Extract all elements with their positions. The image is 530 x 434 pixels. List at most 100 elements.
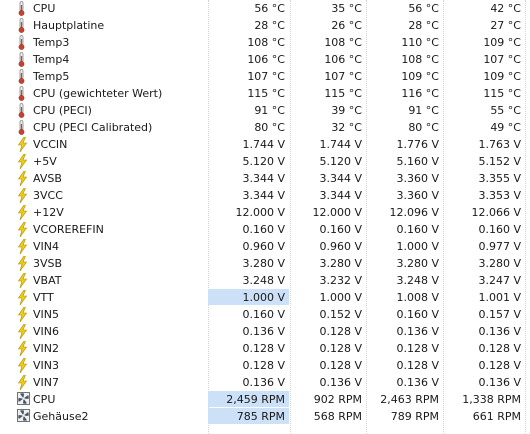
sensor-row[interactable]: VIN6 0.136 V 0.128 V 0.136 V 0.136 V — [0, 323, 530, 340]
maximum-value-cell[interactable]: 80 °C — [366, 119, 443, 135]
current-value-cell[interactable]: 1.744 V — [208, 136, 289, 152]
current-value-cell[interactable]: 3.344 V — [208, 170, 289, 186]
maximum-value-cell[interactable]: 0.136 V — [366, 323, 443, 339]
sensor-row[interactable]: +5V 5.120 V 5.120 V 5.160 V 5.152 V — [0, 153, 530, 170]
sensor-row[interactable]: VIN4 0.960 V 0.960 V 1.000 V 0.977 V — [0, 238, 530, 255]
sensor-row[interactable]: Gehäuse2 785 RPM 568 RPM 789 RPM 661 RPM — [0, 408, 530, 425]
current-value-cell[interactable]: 0.160 V — [208, 306, 289, 322]
average-value-cell[interactable]: 3.280 V — [443, 255, 525, 271]
average-value-cell[interactable]: 27 °C — [443, 17, 525, 33]
sensor-row[interactable]: VIN3 0.128 V 0.128 V 0.128 V 0.128 V — [0, 357, 530, 374]
minimum-value-cell[interactable]: 5.120 V — [290, 153, 366, 169]
current-value-cell[interactable]: 3.344 V — [208, 187, 289, 203]
maximum-value-cell[interactable]: 1.776 V — [366, 136, 443, 152]
minimum-value-cell[interactable]: 35 °C — [290, 0, 366, 16]
average-value-cell[interactable]: 0.128 V — [443, 340, 525, 356]
minimum-value-cell[interactable]: 3.232 V — [290, 272, 366, 288]
minimum-value-cell[interactable]: 115 °C — [290, 85, 366, 101]
average-value-cell[interactable]: 1.763 V — [443, 136, 525, 152]
current-value-cell[interactable]: 0.136 V — [208, 323, 289, 339]
current-value-cell[interactable]: 108 °C — [208, 34, 289, 50]
minimum-value-cell[interactable]: 108 °C — [290, 34, 366, 50]
sensor-row[interactable]: CPU 56 °C 35 °C 56 °C 42 °C — [0, 0, 530, 17]
average-value-cell[interactable]: 0.136 V — [443, 323, 525, 339]
current-value-cell[interactable]: 56 °C — [208, 0, 289, 16]
sensor-row[interactable]: VBAT 3.248 V 3.232 V 3.248 V 3.247 V — [0, 272, 530, 289]
average-value-cell[interactable]: 0.128 V — [443, 357, 525, 373]
minimum-value-cell[interactable]: 0.128 V — [290, 357, 366, 373]
minimum-value-cell[interactable]: 1.744 V — [290, 136, 366, 152]
average-value-cell[interactable]: 109 °C — [443, 68, 525, 84]
maximum-value-cell[interactable]: 0.128 V — [366, 357, 443, 373]
average-value-cell[interactable]: 0.136 V — [443, 374, 525, 390]
sensor-row[interactable]: +12V 12.000 V 12.000 V 12.096 V 12.066 V — [0, 204, 530, 221]
minimum-value-cell[interactable]: 0.960 V — [290, 238, 366, 254]
maximum-value-cell[interactable]: 109 °C — [366, 68, 443, 84]
average-value-cell[interactable]: 0.977 V — [443, 238, 525, 254]
average-value-cell[interactable]: 3.355 V — [443, 170, 525, 186]
sensor-row[interactable]: 3VSB 3.280 V 3.280 V 3.280 V 3.280 V — [0, 255, 530, 272]
current-value-cell[interactable]: 12.000 V — [208, 204, 289, 220]
average-value-cell[interactable]: 3.353 V — [443, 187, 525, 203]
sensor-row[interactable]: CPU (gewichteter Wert) 115 °C 115 °C 116 °C… — [0, 85, 530, 102]
sensor-row[interactable]: VTT 1.000 V 1.000 V 1.008 V 1.001 V — [0, 289, 530, 306]
maximum-value-cell[interactable]: 91 °C — [366, 102, 443, 118]
current-value-cell[interactable]: 3.280 V — [208, 255, 289, 271]
current-value-cell[interactable]: 115 °C — [208, 85, 289, 101]
maximum-value-cell[interactable]: 0.136 V — [366, 374, 443, 390]
average-value-cell[interactable]: 5.152 V — [443, 153, 525, 169]
average-value-cell[interactable]: 3.247 V — [443, 272, 525, 288]
current-value-cell[interactable]: 1.000 V — [208, 289, 289, 305]
average-value-cell[interactable]: 12.066 V — [443, 204, 525, 220]
maximum-value-cell[interactable]: 3.280 V — [366, 255, 443, 271]
minimum-value-cell[interactable]: 3.344 V — [290, 170, 366, 186]
current-value-cell[interactable]: 107 °C — [208, 68, 289, 84]
maximum-value-cell[interactable]: 5.160 V — [366, 153, 443, 169]
maximum-value-cell[interactable]: 1.008 V — [366, 289, 443, 305]
sensor-row[interactable]: Temp4 106 °C 106 °C 108 °C 107 °C — [0, 51, 530, 68]
average-value-cell[interactable]: 0.160 V — [443, 221, 525, 237]
sensor-row[interactable]: VIN2 0.128 V 0.128 V 0.128 V 0.128 V — [0, 340, 530, 357]
sensor-row[interactable]: Temp5 107 °C 107 °C 109 °C 109 °C — [0, 68, 530, 85]
minimum-value-cell[interactable]: 39 °C — [290, 102, 366, 118]
maximum-value-cell[interactable]: 116 °C — [366, 85, 443, 101]
average-value-cell[interactable]: 55 °C — [443, 102, 525, 118]
current-value-cell[interactable]: 91 °C — [208, 102, 289, 118]
sensor-row[interactable]: CPU (PECI) 91 °C 39 °C 91 °C 55 °C — [0, 102, 530, 119]
maximum-value-cell[interactable]: 12.096 V — [366, 204, 443, 220]
minimum-value-cell[interactable]: 12.000 V — [290, 204, 366, 220]
current-value-cell[interactable]: 3.248 V — [208, 272, 289, 288]
current-value-cell[interactable]: 0.128 V — [208, 357, 289, 373]
sensor-row[interactable]: 3VCC 3.344 V 3.344 V 3.360 V 3.353 V — [0, 187, 530, 204]
average-value-cell[interactable]: 661 RPM — [443, 408, 525, 424]
sensor-row[interactable]: VIN5 0.160 V 0.152 V 0.160 V 0.157 V — [0, 306, 530, 323]
minimum-value-cell[interactable]: 902 RPM — [290, 391, 366, 407]
sensor-row[interactable]: Temp3 108 °C 108 °C 110 °C 109 °C — [0, 34, 530, 51]
current-value-cell[interactable]: 80 °C — [208, 119, 289, 135]
minimum-value-cell[interactable]: 568 RPM — [290, 408, 366, 424]
minimum-value-cell[interactable]: 107 °C — [290, 68, 366, 84]
sensor-row[interactable]: VCCIN 1.744 V 1.744 V 1.776 V 1.763 V — [0, 136, 530, 153]
maximum-value-cell[interactable]: 0.160 V — [366, 221, 443, 237]
sensor-row[interactable]: AVSB 3.344 V 3.344 V 3.360 V 3.355 V — [0, 170, 530, 187]
average-value-cell[interactable]: 49 °C — [443, 119, 525, 135]
average-value-cell[interactable]: 42 °C — [443, 0, 525, 16]
current-value-cell[interactable]: 106 °C — [208, 51, 289, 67]
maximum-value-cell[interactable]: 3.360 V — [366, 170, 443, 186]
current-value-cell[interactable]: 0.160 V — [208, 221, 289, 237]
current-value-cell[interactable]: 0.136 V — [208, 374, 289, 390]
average-value-cell[interactable]: 115 °C — [443, 85, 525, 101]
sensor-row[interactable]: VCOREREFIN 0.160 V 0.160 V 0.160 V 0.160 V — [0, 221, 530, 238]
average-value-cell[interactable]: 1,338 RPM — [443, 391, 525, 407]
average-value-cell[interactable]: 109 °C — [443, 34, 525, 50]
maximum-value-cell[interactable]: 3.360 V — [366, 187, 443, 203]
minimum-value-cell[interactable]: 1.000 V — [290, 289, 366, 305]
maximum-value-cell[interactable]: 0.160 V — [366, 306, 443, 322]
maximum-value-cell[interactable]: 110 °C — [366, 34, 443, 50]
maximum-value-cell[interactable]: 56 °C — [366, 0, 443, 16]
maximum-value-cell[interactable]: 3.248 V — [366, 272, 443, 288]
current-value-cell[interactable]: 28 °C — [208, 17, 289, 33]
current-value-cell[interactable]: 785 RPM — [208, 408, 289, 424]
current-value-cell[interactable]: 0.960 V — [208, 238, 289, 254]
sensor-row[interactable]: CPU 2,459 RPM 902 RPM 2,463 RPM 1,338 RPM — [0, 391, 530, 408]
